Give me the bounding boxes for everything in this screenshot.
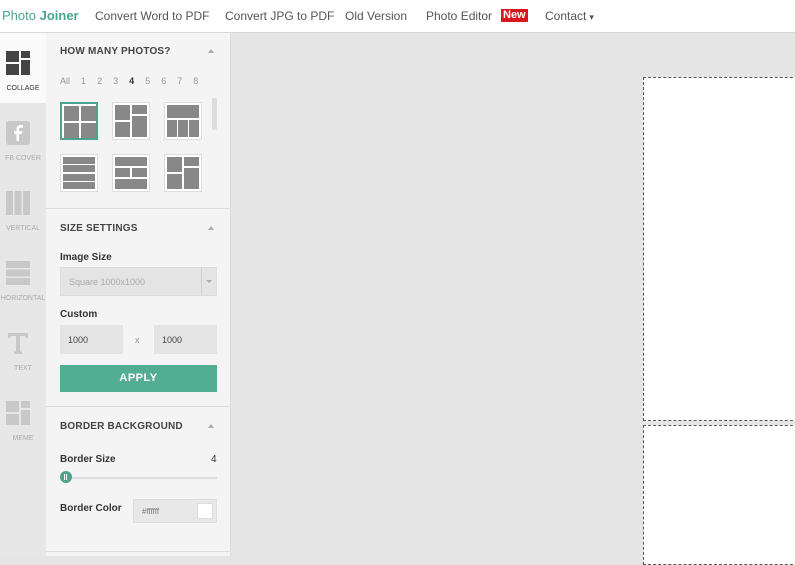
size-section-title: SIZE SETTINGS: [60, 223, 138, 234]
border-section: BORDER BACKGROUND: [46, 407, 231, 552]
new-badge: New: [501, 9, 528, 22]
border-size-slider-handle[interactable]: [60, 471, 72, 483]
chevron-up-icon[interactable]: [208, 226, 214, 230]
logo-text-bold: Joiner: [39, 8, 79, 23]
top-navigation: Photo Joiner Convert Word to PDF Convert…: [0, 0, 795, 33]
border-color-label: Border Color: [60, 503, 122, 514]
horizontal-icon: [6, 261, 30, 285]
layout-scrollbar[interactable]: [212, 98, 217, 130]
nav-old-version[interactable]: Old Version: [345, 9, 407, 23]
nav-contact[interactable]: Contact ▾: [545, 9, 594, 23]
meme-icon: [6, 401, 30, 425]
chevron-up-icon[interactable]: [208, 424, 214, 428]
rail-label-meme: MEME: [12, 435, 34, 442]
custom-width-input[interactable]: [60, 325, 123, 354]
border-color-swatch[interactable]: [197, 503, 213, 519]
rail-label-collage: COLLAGE: [6, 85, 40, 92]
rail-label-vertical: VERTICAL: [5, 225, 41, 232]
count-4[interactable]: 4: [129, 76, 134, 86]
tool-rail: COLLAGE FB COVER VERTICAL HORIZONTAL TEX…: [0, 33, 46, 556]
collage-cell-top[interactable]: [643, 77, 795, 421]
canvas-workspace: [231, 33, 795, 565]
layout-thumb-top-wide[interactable]: [164, 102, 202, 140]
photos-section: HOW MANY PHOTOS? All 1 2 3 4 5 6 7 8: [46, 33, 231, 209]
count-1[interactable]: 1: [81, 76, 86, 86]
chevron-down-icon: ▾: [589, 12, 594, 22]
apply-button[interactable]: APPLY: [60, 365, 217, 392]
count-6[interactable]: 6: [161, 76, 166, 86]
rail-item-fb-cover[interactable]: FB COVER: [0, 103, 46, 173]
layout-thumb-left-tall[interactable]: [112, 102, 150, 140]
rail-item-text[interactable]: TEXT: [0, 313, 46, 383]
photos-section-title: HOW MANY PHOTOS?: [60, 46, 171, 57]
count-all[interactable]: All: [60, 76, 70, 86]
chevron-up-icon[interactable]: [208, 49, 214, 53]
layout-thumb-grid-2x2[interactable]: [60, 102, 98, 140]
nav-contact-label: Contact: [545, 9, 587, 23]
border-size-slider-track[interactable]: [60, 477, 217, 479]
layout-thumb-middle-split[interactable]: [112, 154, 150, 192]
image-size-value: Square 1000x1000: [69, 277, 146, 287]
rail-item-collage[interactable]: COLLAGE: [0, 33, 46, 103]
layout-thumb-right-tall[interactable]: [164, 154, 202, 192]
image-size-select[interactable]: Square 1000x1000: [60, 267, 217, 296]
nav-convert-word-to-pdf[interactable]: Convert Word to PDF: [95, 9, 209, 23]
border-section-title: BORDER BACKGROUND: [60, 421, 183, 432]
rail-item-horizontal[interactable]: HORIZONTAL: [0, 243, 46, 313]
logo[interactable]: Photo Joiner: [2, 8, 79, 23]
rail-label-fb-cover: FB COVER: [5, 155, 41, 162]
border-size-value: 4: [211, 454, 217, 465]
count-5[interactable]: 5: [145, 76, 150, 86]
vertical-icon: [6, 191, 30, 215]
settings-panel: HOW MANY PHOTOS? All 1 2 3 4 5 6 7 8 SIZ…: [46, 33, 231, 556]
count-3[interactable]: 3: [113, 76, 118, 86]
dimension-separator: x: [135, 335, 140, 345]
border-size-label: Border Size: [60, 454, 116, 465]
rail-label-text: TEXT: [14, 365, 32, 372]
image-size-label: Image Size: [60, 252, 112, 263]
border-color-picker[interactable]: #ffffff: [133, 499, 217, 523]
facebook-icon: [6, 121, 30, 145]
collage-icon: [6, 51, 30, 75]
layout-thumb-rows[interactable]: [60, 154, 98, 192]
logo-text-light: Photo: [2, 8, 40, 23]
nav-photo-editor[interactable]: Photo Editor: [426, 9, 492, 23]
custom-size-label: Custom: [60, 309, 98, 320]
border-color-value: #ffffff: [142, 507, 160, 516]
count-2[interactable]: 2: [97, 76, 102, 86]
count-8[interactable]: 8: [193, 76, 198, 86]
chevron-down-icon: [201, 268, 216, 295]
photo-count-selector: All 1 2 3 4 5 6 7 8: [60, 76, 207, 86]
text-icon: [8, 333, 28, 354]
collage-cell-bottom[interactable]: [643, 425, 795, 565]
custom-height-input[interactable]: [154, 325, 217, 354]
nav-convert-jpg-to-pdf[interactable]: Convert JPG to PDF: [225, 9, 334, 23]
count-7[interactable]: 7: [177, 76, 182, 86]
rail-item-meme[interactable]: MEME: [0, 383, 46, 453]
rail-item-vertical[interactable]: VERTICAL: [0, 173, 46, 243]
rail-label-horizontal: HORIZONTAL: [0, 295, 46, 302]
